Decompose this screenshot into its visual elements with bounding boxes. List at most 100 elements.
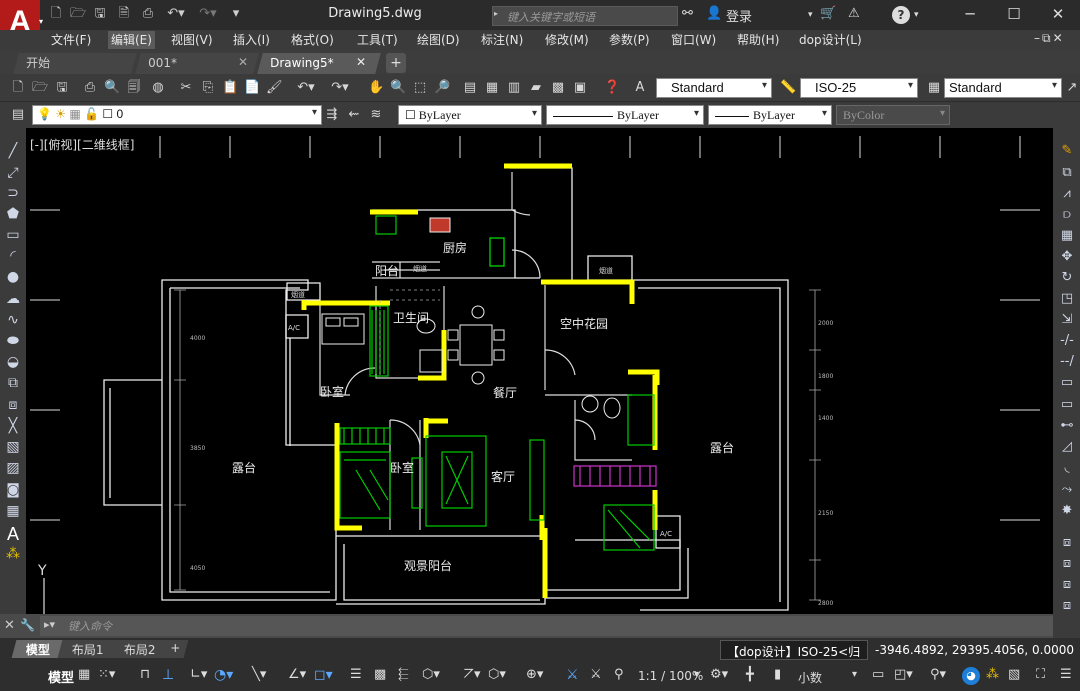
help-dropdown-icon[interactable]: ▾: [914, 10, 919, 20]
recent-commands-icon[interactable]: ▸▾: [44, 618, 55, 631]
maximize-button[interactable]: ☐: [992, 2, 1036, 26]
save-icon[interactable]: 🖫: [54, 80, 70, 96]
close-cmdline-icon[interactable]: ✕: [4, 618, 15, 633]
paste-icon[interactable]: 📋: [222, 80, 238, 96]
circle-icon[interactable]: ●: [4, 268, 22, 286]
transparency-icon[interactable]: ▩: [374, 667, 386, 682]
search-expand-icon[interactable]: ▸: [494, 9, 498, 18]
selection-cycling-icon[interactable]: ⬱: [398, 667, 409, 682]
3d-dwf-icon[interactable]: ◍: [150, 80, 166, 96]
units-dropdown-icon[interactable]: ▾: [852, 669, 857, 680]
scale-dropdown-icon[interactable]: ▾: [694, 669, 699, 680]
blend-icon[interactable]: ⤳: [1058, 481, 1076, 499]
annotation-scale-icon[interactable]: ⚲: [614, 667, 624, 682]
tab-model[interactable]: 模型: [11, 640, 65, 658]
units-icon[interactable]: ▮: [774, 667, 781, 682]
menu-file[interactable]: 文件(F): [48, 31, 94, 49]
search-input[interactable]: 键入关键字或短语: [492, 6, 678, 26]
menu-modify[interactable]: 修改(M): [542, 31, 592, 49]
table-style-select[interactable]: Standard ▾: [944, 78, 1062, 98]
menu-view[interactable]: 视图(V): [168, 31, 216, 49]
explode-icon[interactable]: ✸: [1058, 502, 1076, 520]
workspace-gear-icon[interactable]: ⚙▾: [710, 667, 728, 682]
erase-icon[interactable]: ✎: [1058, 142, 1076, 160]
menu-dop-design[interactable]: dop设计(L): [796, 31, 865, 49]
sheet-set-icon[interactable]: ▰: [528, 80, 544, 96]
drawing-canvas[interactable]: 厨房 阳台 卫生间 空中花园 卧室 餐厅 卧室 客厅 露台 露台 观景阳台 烟道…: [26, 128, 1053, 614]
fillet-icon[interactable]: ◟: [1058, 459, 1076, 477]
plot-icon[interactable]: ⎙: [82, 80, 98, 96]
pan-icon[interactable]: ✋: [368, 80, 384, 96]
lineweight-select[interactable]: ByLayer ▾: [708, 105, 832, 125]
mirror-icon[interactable]: ⩘: [1058, 185, 1076, 203]
multileader-style-icon[interactable]: ↗: [1064, 80, 1080, 96]
menu-draw[interactable]: 绘图(D): [414, 31, 463, 49]
plot-preview-icon[interactable]: 🔍: [104, 80, 120, 96]
quick-properties-icon[interactable]: ▭: [872, 667, 884, 682]
isodraft-icon[interactable]: ╲▾: [252, 667, 266, 682]
menu-window[interactable]: 窗口(W): [668, 31, 719, 49]
draworder-front-icon[interactable]: ⧈: [1058, 555, 1076, 573]
ortho-icon[interactable]: ∟▾: [190, 667, 207, 682]
break-at-point-icon[interactable]: ▭: [1058, 374, 1076, 392]
dim-style-select[interactable]: ISO-25 ▾: [800, 78, 918, 98]
login-dropdown-icon[interactable]: ▾: [808, 10, 813, 20]
minimize-button[interactable]: ─: [948, 2, 992, 26]
dynamic-ucs-icon[interactable]: ⦢▾: [464, 667, 481, 682]
isolate-objects-icon[interactable]: ⚲▾: [930, 667, 946, 682]
customization-menu-icon[interactable]: ☰: [1060, 667, 1072, 682]
graphics-performance-icon[interactable]: ▧: [1008, 667, 1020, 682]
region-icon[interactable]: ◙: [4, 481, 22, 499]
markup-icon[interactable]: ▩: [550, 80, 566, 96]
customize-cmdline-icon[interactable]: 🔧: [20, 618, 35, 632]
redo-icon[interactable]: ↷▾: [196, 6, 220, 22]
clean-screen-icon[interactable]: ⁂: [986, 667, 999, 682]
binoculars-icon[interactable]: ⚯: [682, 6, 693, 21]
annotation-monitor-icon[interactable]: ╋: [746, 667, 754, 682]
add-selected-icon[interactable]: ⁂: [4, 545, 22, 563]
new-tab-button[interactable]: +: [386, 53, 406, 73]
stretch-icon[interactable]: ⇲: [1058, 311, 1076, 329]
menu-parametric[interactable]: 参数(P): [606, 31, 653, 49]
redo-icon[interactable]: ↷▾: [326, 80, 354, 96]
layer-select[interactable]: 💡 ☀ ▦ 🔓 ☐ 0 ▾: [32, 105, 322, 125]
copy-icon[interactable]: ⎘: [200, 80, 216, 96]
linetype-select[interactable]: ByLayer ▾: [546, 105, 704, 125]
zoom-realtime-icon[interactable]: 🔍: [390, 80, 406, 96]
snap-icon[interactable]: ⁙▾: [98, 667, 115, 682]
units-select[interactable]: 小数: [798, 669, 822, 686]
tab-start[interactable]: 开始: [13, 53, 137, 74]
cart-icon[interactable]: 🛒: [820, 6, 836, 21]
draworder-icon[interactable]: ⧈: [1058, 534, 1076, 552]
extend-icon[interactable]: --/: [1058, 353, 1076, 371]
annotation-visibility-icon[interactable]: ⚔: [566, 667, 579, 683]
copy-object-icon[interactable]: ⧉: [1058, 164, 1076, 182]
object-snap-tracking-icon[interactable]: ∠▾: [288, 667, 306, 682]
publish-icon[interactable]: 🗐: [126, 80, 142, 96]
rotate-icon[interactable]: ↻: [1058, 269, 1076, 287]
document-window-controls[interactable]: –⧉✕: [1034, 31, 1065, 46]
zoom-previous-icon[interactable]: 🔎: [434, 80, 450, 96]
tab-close-icon[interactable]: ✕: [238, 55, 248, 69]
join-icon[interactable]: ⊷: [1058, 417, 1076, 435]
save-icon[interactable]: 🖫: [92, 6, 108, 22]
infer-constraints-icon[interactable]: ⊓: [140, 667, 150, 682]
menu-edit[interactable]: 编辑(E): [108, 31, 155, 49]
color-select[interactable]: ☐ ByLayer ▾: [398, 105, 542, 125]
table-icon[interactable]: ▦: [4, 502, 22, 520]
menu-format[interactable]: 格式(O): [288, 31, 337, 49]
ellipse-icon[interactable]: ⬬: [4, 332, 22, 350]
polygon-icon[interactable]: ⬟: [4, 205, 22, 223]
fullscreen-icon[interactable]: ⛶: [1036, 667, 1045, 682]
lock-ui-icon[interactable]: ◰▾: [894, 667, 913, 682]
auto-scale-icon[interactable]: ⚔: [590, 667, 602, 682]
chamfer-icon[interactable]: ◿: [1058, 438, 1076, 456]
tab-layout1[interactable]: 布局1: [57, 640, 119, 658]
selection-filter-icon[interactable]: ⬡▾: [488, 667, 506, 682]
make-current-layer-icon[interactable]: ⇶: [324, 107, 340, 123]
point-icon[interactable]: ╳: [4, 417, 22, 435]
polar-tracking-icon[interactable]: ◔▾: [214, 667, 233, 683]
text-style-select[interactable]: Standard ▾: [656, 78, 772, 98]
polyline-icon[interactable]: ⊃: [4, 184, 22, 202]
object-snap-icon[interactable]: ◻▾: [314, 667, 333, 683]
